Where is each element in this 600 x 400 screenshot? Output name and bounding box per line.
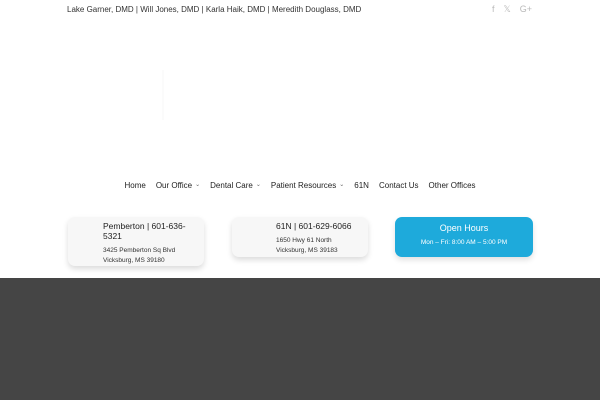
nav-item-label: Dental Care [210, 181, 253, 190]
nav-item-label: 61N [354, 181, 369, 190]
nav-item-our-office[interactable]: Our Office ⌄ [156, 181, 200, 190]
address-line: Vicksburg, MS 39183 [276, 247, 338, 254]
office-address: 3425 Pemberton Sq Blvd Vicksburg, MS 391… [103, 246, 204, 266]
nav-item-61n[interactable]: 61N [354, 181, 369, 190]
nav-item-other-offices[interactable]: Other Offices [429, 181, 476, 190]
hours-text: Mon – Fri: 8:00 AM – 5:00 PM [420, 239, 508, 246]
nav-item-patient-resources[interactable]: Patient Resources ⌄ [271, 181, 344, 190]
nav-item-dental-care[interactable]: Dental Care ⌄ [210, 181, 261, 190]
nav-item-label: Other Offices [428, 181, 476, 190]
google-plus-icon[interactable]: G+ [520, 4, 532, 14]
dark-section [0, 278, 600, 400]
nav-item-home[interactable]: Home [124, 181, 145, 190]
twitter-icon[interactable]: 𝕏 [503, 4, 510, 14]
61n-office-card: 61N | 601-629-6066 1650 Hwy 61 North Vic… [232, 217, 368, 257]
address-line: 3425 Pemberton Sq Blvd [103, 247, 176, 254]
open-hours-card: Open Hours Mon – Fri: 8:00 AM – 5:00 PM [395, 217, 533, 257]
doctors-list: Lake Garner, DMD | Will Jones, DMD | Kar… [67, 5, 362, 14]
office-title[interactable]: 61N | 601-629-6066 [276, 221, 368, 231]
logo-mark [162, 70, 192, 120]
nav-item-label: Patient Resources [270, 181, 337, 190]
nav-item-label: Home [124, 181, 146, 190]
logo[interactable] [150, 50, 450, 150]
nav-item-label: Contact Us [378, 181, 419, 190]
top-bar: Lake Garner, DMD | Will Jones, DMD | Kar… [0, 0, 600, 22]
address-line: 1650 Hwy 61 North [276, 237, 332, 244]
nav-item-label: Our Office [155, 181, 193, 190]
chevron-down-icon: ⌄ [255, 182, 261, 188]
main-nav: Home Our Office ⌄ Dental Care ⌄ Patient … [0, 181, 600, 190]
facebook-icon[interactable]: f [492, 4, 495, 14]
chevron-down-icon: ⌄ [339, 182, 345, 188]
hours-title: Open Hours [439, 223, 489, 233]
social-links: f 𝕏 G+ [492, 4, 532, 14]
address-line: Vicksburg, MS 39180 [103, 257, 165, 264]
pemberton-office-card: Pemberton | 601-636-5321 3425 Pemberton … [68, 217, 204, 266]
nav-item-contact-us[interactable]: Contact Us [379, 181, 419, 190]
office-title[interactable]: Pemberton | 601-636-5321 [103, 221, 204, 241]
chevron-down-icon: ⌄ [195, 182, 201, 188]
office-address: 1650 Hwy 61 North Vicksburg, MS 39183 [276, 236, 368, 256]
